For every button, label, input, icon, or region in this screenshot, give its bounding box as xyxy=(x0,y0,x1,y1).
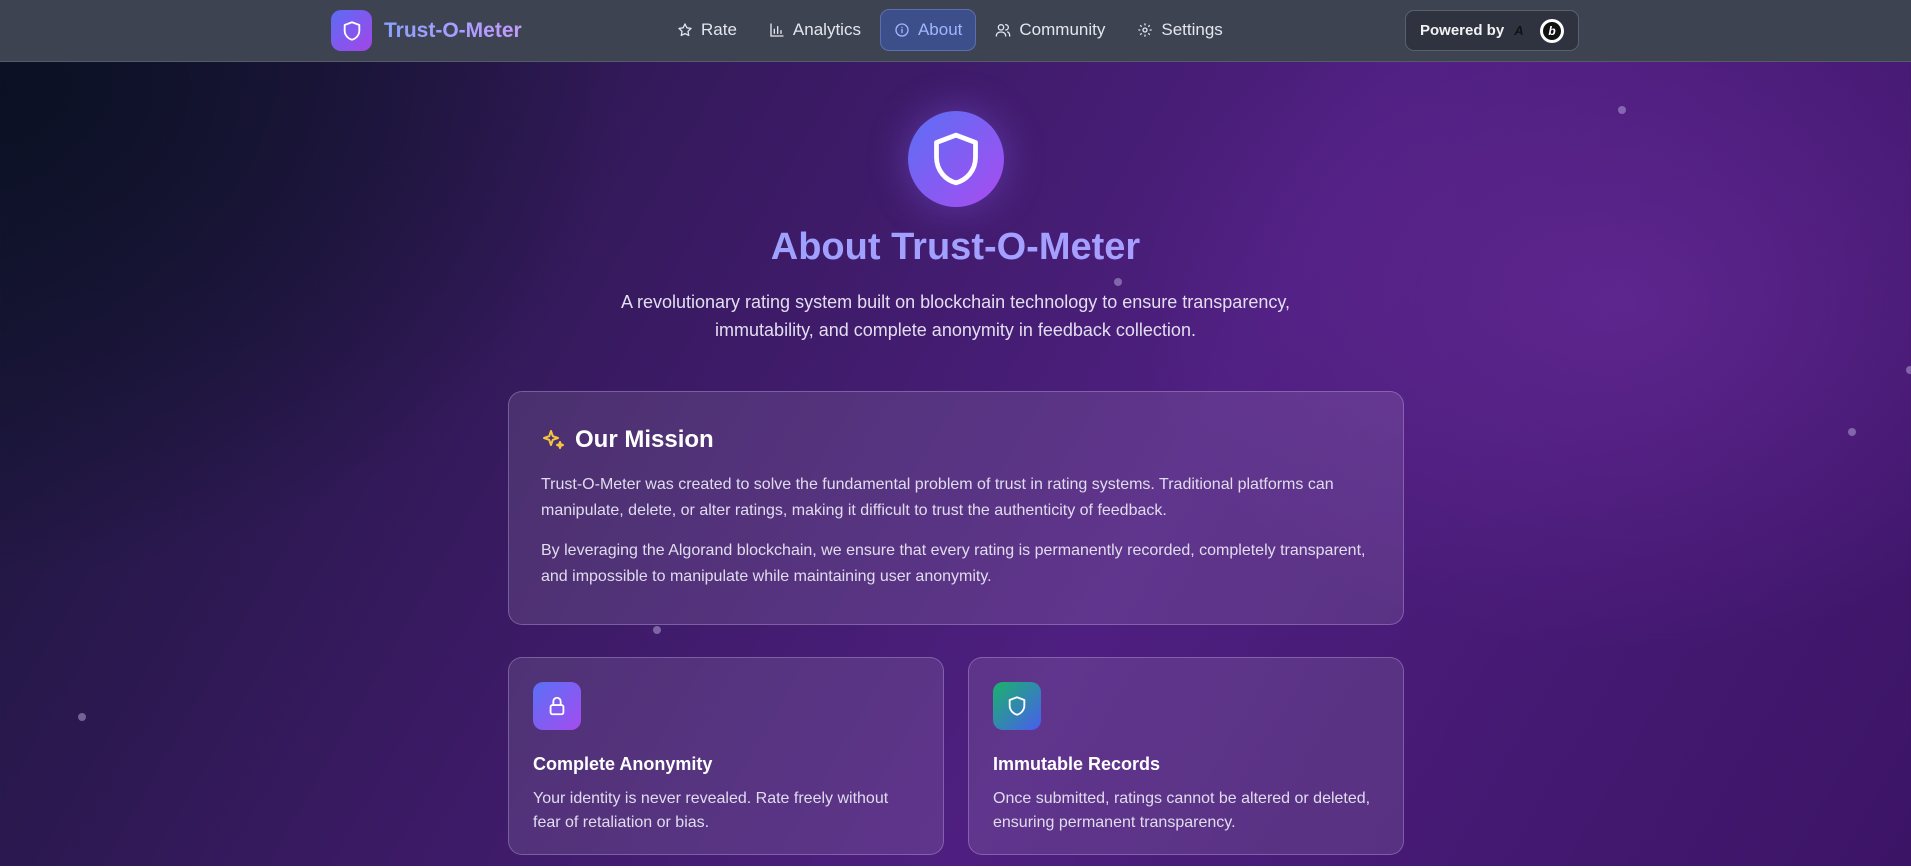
shield-icon xyxy=(993,682,1041,730)
feature-card-anonymity: Complete Anonymity Your identity is neve… xyxy=(508,657,944,855)
sparkles-icon xyxy=(543,430,564,449)
b-logo-icon: b xyxy=(1540,18,1564,43)
nav-settings[interactable]: Settings xyxy=(1124,9,1235,51)
hero-shield-icon xyxy=(908,111,1004,207)
gear-icon xyxy=(1138,23,1153,37)
feature-text: Once submitted, ratings cannot be altere… xyxy=(993,790,1371,831)
nav-about[interactable]: About xyxy=(879,9,977,51)
lock-icon xyxy=(533,682,581,730)
feature-title: Complete Anonymity xyxy=(533,754,713,774)
feature-title: Immutable Records xyxy=(993,754,1161,774)
powered-by-badge[interactable]: Powered by A b xyxy=(1405,10,1579,51)
mission-paragraph-1: Trust-O-Meter was created to solve the f… xyxy=(541,476,1334,519)
algorand-logo-icon: A xyxy=(1514,23,1524,38)
background-dot xyxy=(1906,366,1911,374)
nav-rate[interactable]: Rate xyxy=(664,9,750,51)
nav-rate-label: Rate xyxy=(701,20,737,39)
b-logo-letter: b xyxy=(1543,21,1561,40)
background-dot xyxy=(1618,106,1626,114)
main-nav: Rate Analytics About Community Settings xyxy=(664,9,1236,51)
brand-name: Trust-O-Meter xyxy=(384,18,522,42)
feature-text: Your identity is never revealed. Rate fr… xyxy=(533,790,889,831)
background-dot xyxy=(653,626,661,634)
nav-analytics-label: Analytics xyxy=(792,20,861,39)
star-icon xyxy=(678,23,692,37)
nav-settings-label: Settings xyxy=(1161,20,1223,39)
mission-paragraph-2: By leveraging the Algorand blockchain, w… xyxy=(541,542,1366,585)
users-icon xyxy=(996,24,1011,37)
shield-icon xyxy=(331,10,372,51)
top-navigation-bar: Trust-O-Meter Rate Analytics About Commu… xyxy=(0,0,1911,62)
nav-community-label: Community xyxy=(1019,20,1106,39)
page-subtitle: A revolutionary rating system built on b… xyxy=(620,292,1291,340)
feature-card-immutable: Immutable Records Once submitted, rating… xyxy=(968,657,1404,855)
background-dot xyxy=(1848,428,1856,436)
bar-chart-icon xyxy=(770,23,784,37)
page-title: About Trust-O-Meter xyxy=(0,226,1911,269)
nav-about-label: About xyxy=(917,20,963,39)
powered-by-label: Powered by xyxy=(1420,22,1505,39)
background-dot xyxy=(1114,278,1122,286)
background-dot xyxy=(78,713,86,721)
nav-analytics[interactable]: Analytics xyxy=(756,9,874,51)
brand-home-link[interactable]: Trust-O-Meter xyxy=(331,10,522,51)
info-icon xyxy=(895,23,909,37)
mission-title: Our Mission xyxy=(575,426,714,453)
nav-community[interactable]: Community xyxy=(982,9,1118,51)
mission-card: Our Mission Trust-O-Meter was created to… xyxy=(508,391,1404,625)
